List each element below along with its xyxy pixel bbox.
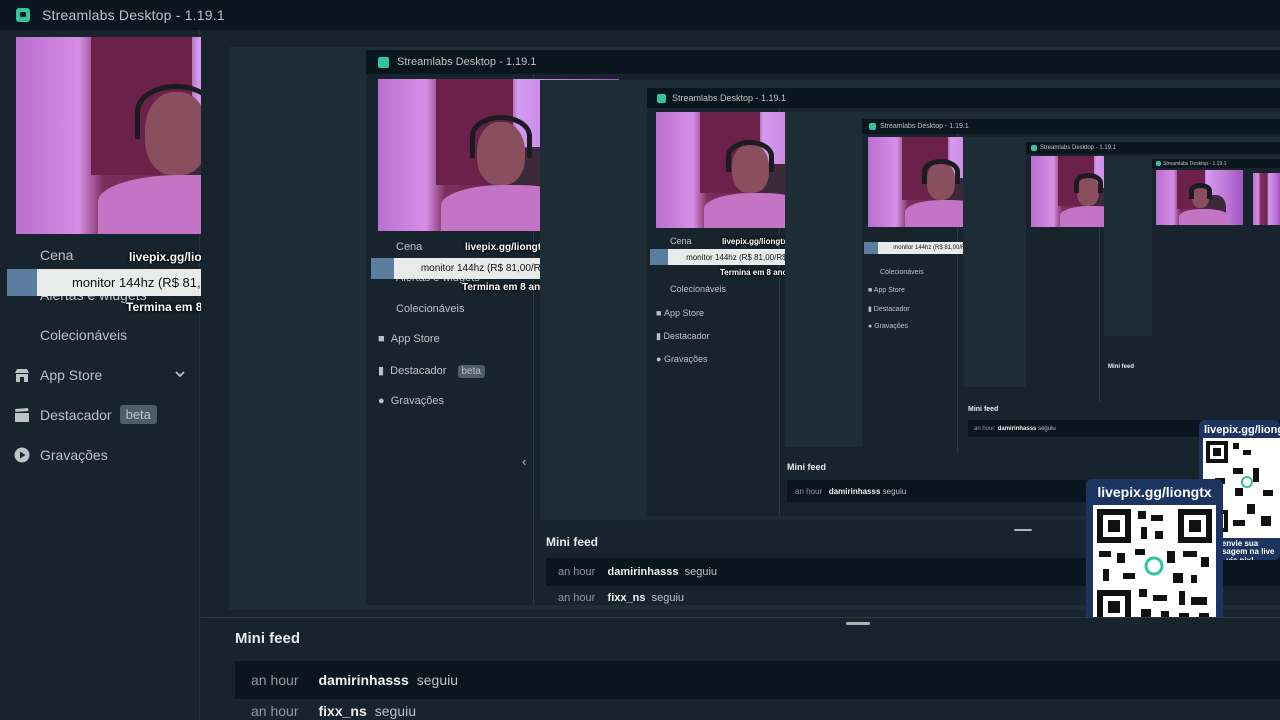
qr-code-icon	[1093, 505, 1216, 628]
nested-label: ▮ Destacador beta	[378, 364, 485, 378]
streamlabs-logo-icon	[16, 8, 30, 22]
sidebar-item-collectibles[interactable]: Colecionáveis	[40, 327, 127, 343]
sidebar-item-scene[interactable]: Cena	[40, 247, 73, 263]
chevron-down-icon[interactable]	[174, 367, 186, 383]
sidebar-item-label: Gravações	[40, 447, 108, 463]
nested-label: ■ App Store	[868, 287, 905, 294]
nested-resize-handle	[1014, 529, 1032, 531]
feed-action: seguiu	[416, 672, 459, 688]
nested-pix-url: livepix.gg/liongtx	[722, 237, 788, 246]
nested-label: ▮ Destacador	[656, 331, 710, 341]
play-circle-icon	[14, 447, 30, 463]
nested-window-title: Streamlabs Desktop - 1.19.1	[397, 56, 537, 68]
nested-window-5: Streamlabs Desktop - 1.19.1	[1152, 159, 1280, 359]
nested-label: ● Gravações	[656, 354, 708, 364]
nested-label: Cena	[396, 241, 423, 253]
nested-pix-ends: Termina em 8 anos	[462, 282, 552, 293]
feed-user[interactable]: damirinhasss	[318, 672, 408, 688]
feed-user[interactable]: fixx_ns	[318, 703, 366, 719]
nested-feed-title: Mini feed	[787, 462, 827, 472]
sidebar-item-highlighter[interactable]: Destacador beta	[14, 405, 157, 424]
nested-title-bar: Streamlabs Desktop - 1.19.1	[366, 50, 1280, 74]
nested-window-title: Streamlabs Desktop - 1.19.1	[880, 123, 969, 130]
feed-row: an hour fixx_ns seguiu	[235, 703, 1280, 720]
streamlabs-logo-icon	[1031, 145, 1037, 151]
feed-time: an hour	[251, 672, 299, 688]
nested-feed-title: Mini feed	[1108, 364, 1135, 370]
goal-progress-fill	[7, 269, 37, 296]
nested-pix-ends: Termina em 8 anos	[720, 268, 792, 277]
sidebar-item-app-store[interactable]: App Store	[14, 367, 186, 383]
qr-url: livepix.gg/liongtx	[1097, 484, 1212, 500]
nested-window-title: Streamlabs Desktop - 1.19.1	[672, 93, 787, 103]
nested-title-bar: Streamlabs Desktop - 1.19.1	[647, 88, 1280, 108]
nested-feed-title: Mini feed	[968, 406, 999, 413]
nested-label: Cena	[670, 236, 692, 246]
nested-label: ▮ Destacador	[868, 306, 910, 313]
sidebar-item-label: Colecionáveis	[40, 327, 128, 343]
nested-webcam	[1253, 173, 1280, 225]
title-bar: Streamlabs Desktop - 1.19.1	[0, 0, 1280, 30]
nested-label: ■ App Store	[378, 333, 440, 345]
feed-row: an hour damirinhasss seguiu	[235, 661, 1280, 699]
nested-label: ● Gravações	[868, 323, 909, 330]
nested-label: Colecionáveis	[396, 303, 465, 315]
feed-time: an hour	[251, 703, 299, 719]
nested-feed-title: Mini feed	[546, 535, 599, 549]
nested-collapse-icon: ‹	[522, 454, 527, 469]
window-title: Streamlabs Desktop - 1.19.1	[42, 7, 225, 23]
streamlabs-logo-icon	[1156, 161, 1161, 166]
nested-title-bar: Streamlabs Desktop - 1.19.1	[1026, 142, 1280, 154]
nested-window-title: Streamlabs Desktop - 1.19.1	[1163, 160, 1227, 167]
sidebar-item-label: Destacador	[40, 406, 112, 423]
nested-label: Colecionáveis	[670, 284, 727, 294]
nested-label: Colecionáveis	[880, 269, 924, 276]
resize-handle[interactable]	[846, 622, 870, 625]
nested-pix-url: livepix.gg/liongtx	[465, 242, 547, 253]
sidebar-item-label: Cena	[40, 247, 74, 263]
nested-title-bar: Streamlabs Desktop - 1.19.1	[862, 119, 1280, 134]
sidebar-item-label: App Store	[40, 367, 103, 383]
mini-feed-title: Mini feed	[235, 630, 301, 647]
beta-badge: beta	[119, 405, 157, 424]
feed-action: seguiu	[374, 703, 416, 719]
sidebar-item-recordings[interactable]: Gravações	[14, 447, 108, 463]
qr-url: livepix.gg/liongtx	[1204, 424, 1280, 436]
nested-window-title: Streamlabs Desktop - 1.19.1	[1040, 145, 1117, 151]
nested-label: ■ App Store	[656, 308, 704, 318]
clapper-icon	[14, 407, 30, 423]
nested-webcam	[1156, 170, 1243, 225]
streamlabs-logo-icon	[657, 93, 666, 103]
nested-title-bar: Streamlabs Desktop - 1.19.1	[1152, 159, 1280, 168]
store-icon	[14, 367, 30, 383]
nested-label: ● Gravações	[378, 395, 444, 407]
streamlabs-logo-icon	[869, 123, 876, 130]
streamlabs-logo-icon	[378, 56, 389, 68]
